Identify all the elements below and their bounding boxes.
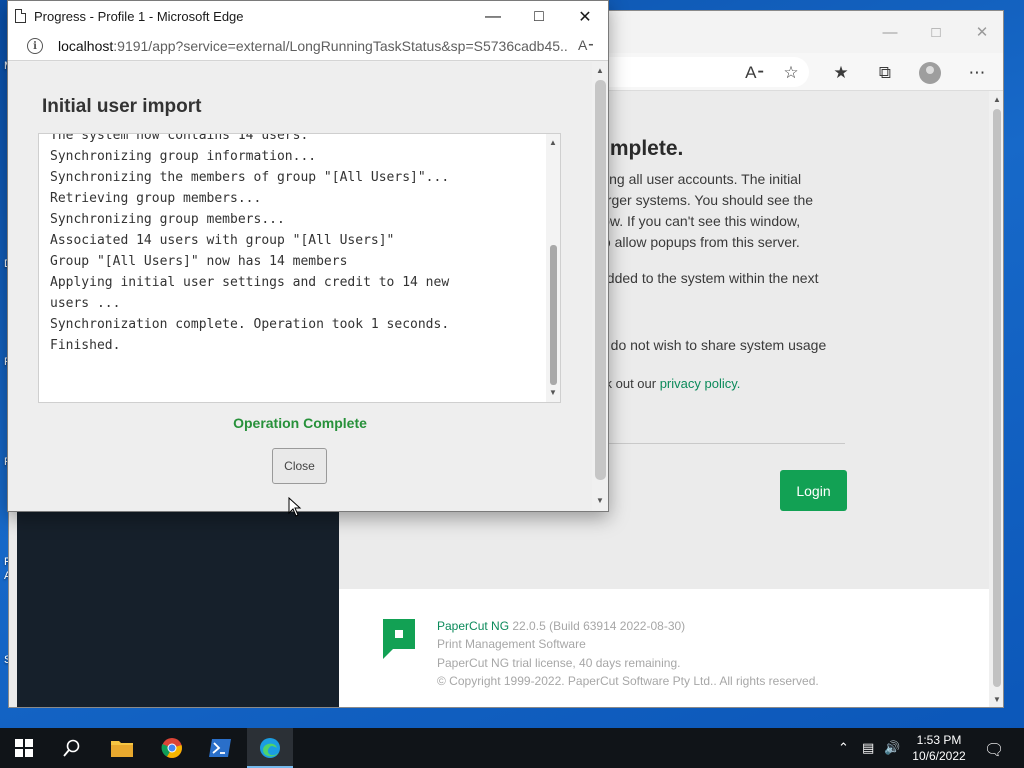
scroll-down-icon[interactable]: ▼: [549, 388, 557, 397]
clock-time: 1:53 PM: [916, 733, 962, 747]
body-text: to allow popups from this server.: [599, 234, 800, 250]
copyright-text: © Copyright 1999-2022. PaperCut Software…: [437, 674, 819, 688]
divider: [599, 443, 845, 444]
scroll-down-icon[interactable]: ▼: [596, 496, 604, 505]
product-line: PaperCut NG 22.0.5 (Build 63914 2022-08-…: [437, 619, 685, 633]
log-lines: The system now contains 14 users. Synchro…: [50, 133, 450, 356]
page-scrollbar[interactable]: ▲ ▼: [989, 91, 1003, 707]
favorites-icon[interactable]: ★: [829, 61, 853, 85]
popup-titlebar: Progress - Profile 1 - Microsoft Edge — …: [8, 1, 608, 32]
minimize-icon[interactable]: —: [470, 1, 516, 32]
start-icon[interactable]: [0, 728, 48, 768]
log-scrollbar[interactable]: ▲ ▼: [546, 134, 560, 402]
log-line: The system now contains 14 users.: [50, 133, 309, 143]
close-icon[interactable]: ✕: [959, 19, 1003, 45]
popup-url-bar[interactable]: i localhost:9191/app?service=external/Lo…: [8, 32, 608, 61]
close-icon[interactable]: ✕: [562, 1, 608, 32]
body-text: arger systems. You should see the: [599, 192, 814, 208]
system-clock[interactable]: 1:53 PM 10/6/2022: [908, 732, 970, 764]
log-line: Group "[All Users]" now has 14 members: [50, 254, 348, 269]
file-explorer-icon[interactable]: [100, 728, 144, 768]
log-line: Synchronizing group members...: [50, 212, 285, 227]
read-aloud-icon[interactable]: A⁃: [743, 61, 767, 85]
volume-icon[interactable]: 🔊: [884, 740, 900, 756]
more-icon[interactable]: ⋯: [965, 61, 989, 85]
page-heading: omplete.: [597, 137, 684, 160]
product-version: 22.0.5 (Build 63914 2022-08-30): [512, 619, 686, 633]
page-title: Initial user import: [42, 96, 202, 117]
status-text: Operation Complete: [233, 415, 367, 431]
maximize-icon[interactable]: □: [516, 1, 562, 32]
scroll-down-icon[interactable]: ▼: [993, 695, 1001, 704]
log-line: Synchronization complete. Operation took…: [50, 317, 450, 332]
search-icon[interactable]: [50, 728, 94, 768]
close-button[interactable]: Close: [272, 448, 327, 484]
window-title: Progress - Profile 1 - Microsoft Edge: [34, 9, 244, 24]
profile-icon[interactable]: [919, 62, 941, 84]
log-line: Retrieving group members...: [50, 191, 262, 206]
body-text: low. If you can't see this window,: [599, 213, 801, 229]
scrollbar-thumb[interactable]: [550, 245, 557, 385]
log-line: Associated 14 users with group "[All Use…: [50, 233, 395, 248]
network-icon[interactable]: ▤: [862, 740, 874, 756]
log-output-box[interactable]: The system now contains 14 users. Synchro…: [38, 133, 561, 403]
page-footer: PaperCut NG 22.0.5 (Build 63914 2022-08-…: [339, 589, 989, 707]
powershell-icon[interactable]: [198, 728, 242, 768]
chevron-up-icon[interactable]: ⌃: [838, 740, 849, 756]
taskbar: ⌃ ▤ 🔊 1:53 PM 10/6/2022 🗨: [0, 728, 1024, 768]
read-aloud-icon[interactable]: A⁃: [578, 37, 594, 54]
url-text[interactable]: localhost:9191/app?service=external/Long…: [58, 38, 568, 54]
scroll-up-icon[interactable]: ▲: [993, 95, 1001, 104]
clock-date: 10/6/2022: [912, 749, 966, 763]
collections-icon[interactable]: ⧉: [873, 61, 897, 85]
product-name: PaperCut NG: [437, 619, 510, 633]
popup-scrollbar[interactable]: ▲ ▼: [592, 62, 608, 511]
scrollbar-thumb[interactable]: [595, 80, 606, 480]
log-line: Synchronizing group information...: [50, 149, 317, 164]
privacy-policy-link[interactable]: privacy policy.: [660, 376, 741, 391]
log-line: Applying initial user settings and credi…: [50, 275, 450, 290]
site-info-icon[interactable]: i: [27, 38, 43, 54]
maximize-icon[interactable]: □: [913, 19, 959, 45]
body-text: added to the system within the next: [599, 270, 819, 286]
log-line: users ...: [50, 296, 121, 311]
license-text: PaperCut NG trial license, 40 days remai…: [437, 656, 681, 670]
product-tagline: Print Management Software: [437, 637, 586, 651]
scroll-up-icon[interactable]: ▲: [549, 138, 557, 147]
papercut-logo-icon: [383, 619, 415, 659]
url-path: :9191/app?service=external/LongRunningTa…: [113, 38, 568, 54]
log-line: Synchronizing the members of group "[All…: [50, 170, 450, 185]
privacy-text: ck out our privacy policy.: [599, 376, 740, 391]
url-host: localhost: [58, 38, 114, 54]
log-line: Finished.: [50, 338, 121, 353]
page-icon: [15, 9, 26, 23]
dark-panel: [17, 511, 339, 707]
notifications-icon[interactable]: 🗨: [984, 740, 1004, 760]
login-button[interactable]: Login: [780, 470, 847, 511]
scrollbar-thumb[interactable]: [993, 109, 1001, 687]
mouse-cursor-icon: [288, 497, 302, 517]
chrome-icon[interactable]: [150, 728, 194, 768]
scroll-up-icon[interactable]: ▲: [596, 66, 604, 75]
body-text: zing all user accounts. The initial: [599, 171, 802, 187]
progress-popup-window: Progress - Profile 1 - Microsoft Edge — …: [7, 0, 609, 512]
edge-icon[interactable]: [247, 728, 293, 768]
minimize-icon[interactable]: —: [867, 19, 913, 45]
body-text: u do not wish to share system usage: [599, 337, 827, 353]
add-favorite-icon[interactable]: ☆: [779, 61, 803, 85]
popup-content: Initial user import The system now conta…: [8, 62, 592, 511]
